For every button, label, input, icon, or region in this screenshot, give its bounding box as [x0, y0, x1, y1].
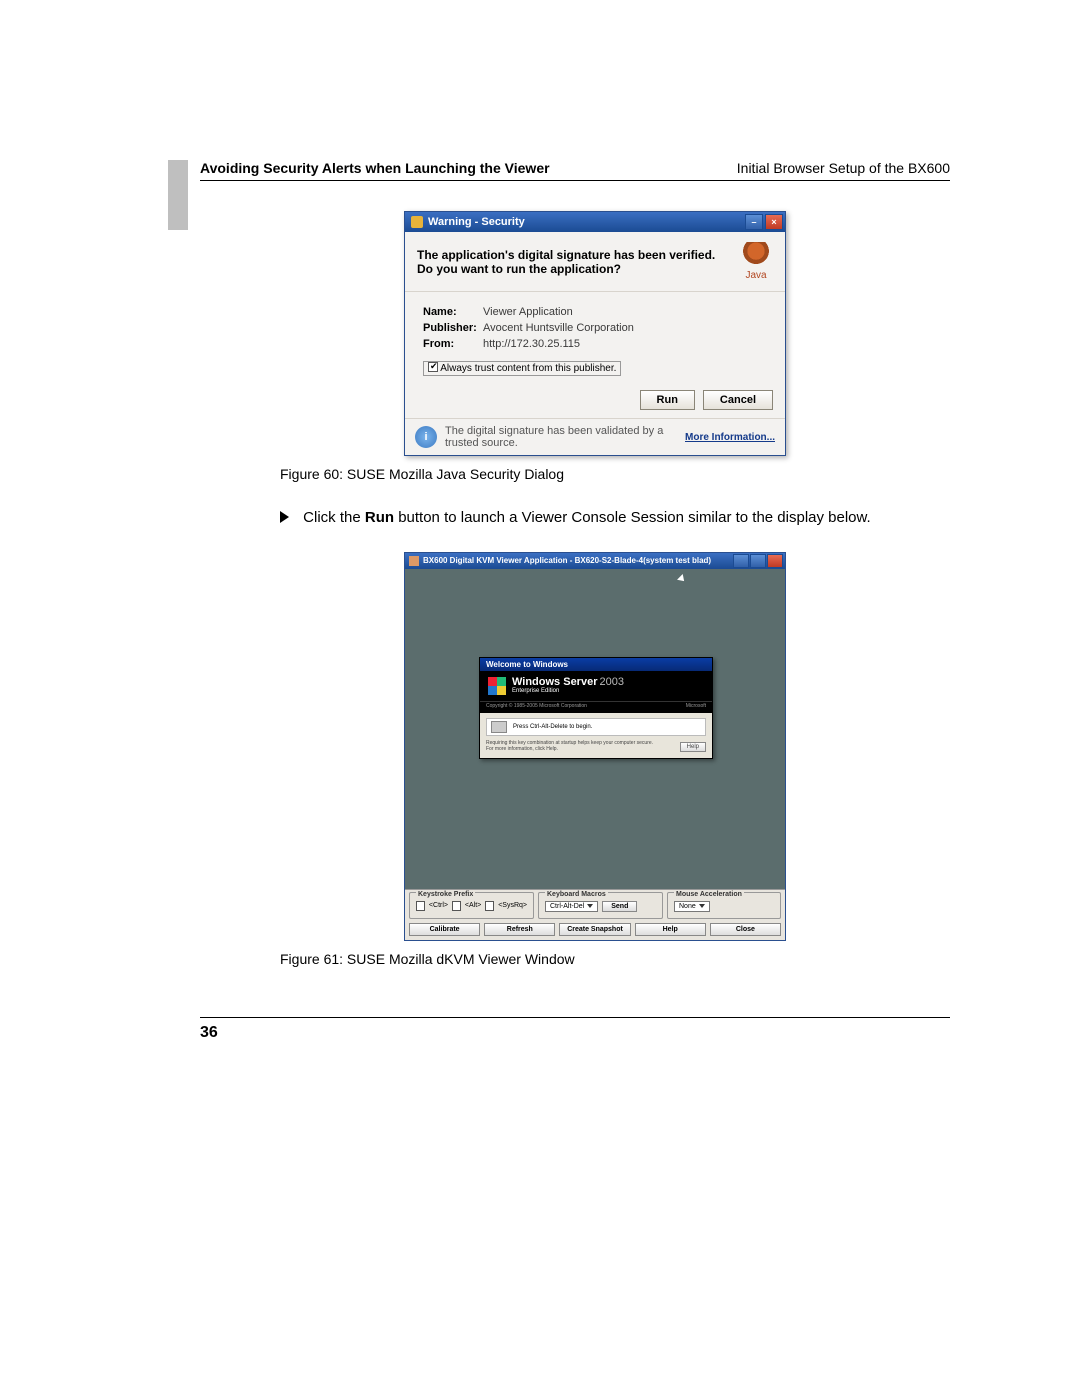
info-icon: i: [415, 426, 437, 448]
page-side-tab: [168, 160, 188, 230]
refresh-button[interactable]: Refresh: [484, 923, 555, 936]
mouse-value: None: [679, 903, 696, 910]
chevron-down-icon: [699, 904, 705, 908]
product-edition: Enterprise Edition: [512, 688, 624, 694]
java-cup-icon: [743, 242, 769, 268]
product-name: Windows Server2003 Enterprise Edition: [512, 677, 624, 694]
snapshot-button[interactable]: Create Snapshot: [559, 923, 630, 936]
header-chapter-title: Initial Browser Setup of the BX600: [737, 160, 950, 176]
figure60-caption: Figure 60: SUSE Mozilla Java Security Di…: [280, 466, 564, 482]
close-viewer-button[interactable]: Close: [710, 923, 781, 936]
always-trust-checkbox[interactable]: ✔ Always trust content from this publish…: [423, 361, 621, 376]
microsoft-text: Microsoft: [686, 703, 706, 709]
close-button[interactable]: ×: [765, 214, 783, 230]
welcome-titlebar: Welcome to Windows: [480, 658, 712, 671]
key-combo-message: Requiring this key combination at startu…: [486, 740, 656, 752]
from-label: From:: [423, 338, 483, 350]
cursor-icon: [677, 574, 687, 584]
name-label: Name:: [423, 306, 483, 318]
app-icon: [409, 556, 419, 566]
warning-icon: [411, 216, 423, 228]
header-section-title: Avoiding Security Alerts when Launching …: [200, 160, 550, 176]
product-year: 2003: [599, 676, 623, 688]
copyright-text: Copyright © 1985-2005 Microsoft Corporat…: [486, 703, 587, 709]
java-security-dialog: Warning - Security – × The application's…: [404, 211, 786, 456]
java-logo: Java: [739, 242, 773, 281]
alt-checkbox[interactable]: [452, 901, 461, 911]
welcome-help-button[interactable]: Help: [680, 742, 706, 752]
java-logo-text: Java: [739, 270, 773, 281]
welcome-dialog: Welcome to Windows Windows Server2003 En…: [479, 657, 713, 759]
dialog-message: The application's digital signature has …: [417, 248, 739, 276]
kvm-close-button[interactable]: [767, 554, 783, 568]
minimize-button[interactable]: –: [745, 214, 763, 230]
windows-flag-icon: [488, 677, 506, 695]
ctrl-label: <Ctrl>: [429, 902, 448, 909]
footer-text: The digital signature has been validated…: [445, 425, 677, 449]
dialog-title-text: Warning - Security: [428, 216, 525, 228]
always-trust-label: Always trust content from this publisher…: [440, 363, 616, 374]
dialog-titlebar: Warning - Security – ×: [405, 212, 785, 232]
calibrate-button[interactable]: Calibrate: [409, 923, 480, 936]
publisher-label: Publisher:: [423, 322, 483, 334]
figure61-caption: Figure 61: SUSE Mozilla dKVM Viewer Wind…: [280, 951, 575, 967]
mouse-accel-panel: Mouse Acceleration None: [667, 892, 781, 919]
alt-label: <Alt>: [465, 902, 481, 909]
keyboard-macros-panel: Keyboard Macros Ctrl-Alt-Del Send: [538, 892, 663, 919]
kvm-viewer-window: BX600 Digital KVM Viewer Application - B…: [404, 552, 786, 941]
kvm-title-text: BX600 Digital KVM Viewer Application - B…: [423, 556, 711, 565]
para-bold: Run: [365, 509, 394, 526]
press-message: Press Ctrl-Alt-Delete to begin.: [513, 724, 592, 730]
sysrq-checkbox[interactable]: [485, 901, 494, 911]
kvm-maximize-button[interactable]: [750, 554, 766, 568]
run-button[interactable]: Run: [640, 390, 695, 410]
cancel-button[interactable]: Cancel: [703, 390, 773, 410]
product-name-text: Windows Server: [512, 676, 597, 688]
more-information-link[interactable]: More Information...: [685, 432, 775, 443]
keystroke-prefix-panel: Keystroke Prefix <Ctrl> <Alt> <SysRq>: [409, 892, 534, 919]
macro-dropdown[interactable]: Ctrl-Alt-Del: [545, 901, 598, 912]
instruction-paragraph: Click the Run button to launch a Viewer …: [280, 508, 950, 528]
publisher-value: Avocent Huntsville Corporation: [483, 322, 634, 334]
name-value: Viewer Application: [483, 306, 573, 318]
remote-screen[interactable]: Welcome to Windows Windows Server2003 En…: [405, 569, 785, 889]
page-number: 36: [200, 1017, 950, 1042]
send-button[interactable]: Send: [602, 901, 637, 912]
chevron-down-icon: [587, 904, 593, 908]
bullet-triangle-icon: [280, 511, 289, 523]
mouse-dropdown[interactable]: None: [674, 901, 710, 912]
from-value: http://172.30.25.115: [483, 338, 580, 350]
keyboard-macros-label: Keyboard Macros: [545, 891, 608, 898]
para-post: button to launch a Viewer Console Sessio…: [394, 509, 871, 526]
para-pre: Click the: [303, 509, 365, 526]
kvm-minimize-button[interactable]: [733, 554, 749, 568]
ctrl-checkbox[interactable]: [416, 901, 425, 911]
kvm-titlebar: BX600 Digital KVM Viewer Application - B…: [405, 553, 785, 569]
sysrq-label: <SysRq>: [498, 902, 527, 909]
running-header: Avoiding Security Alerts when Launching …: [200, 160, 950, 181]
keyboard-icon: [491, 721, 507, 733]
mouse-accel-label: Mouse Acceleration: [674, 891, 744, 898]
macro-value: Ctrl-Alt-Del: [550, 903, 584, 910]
keystroke-prefix-label: Keystroke Prefix: [416, 891, 475, 898]
help-button[interactable]: Help: [635, 923, 706, 936]
